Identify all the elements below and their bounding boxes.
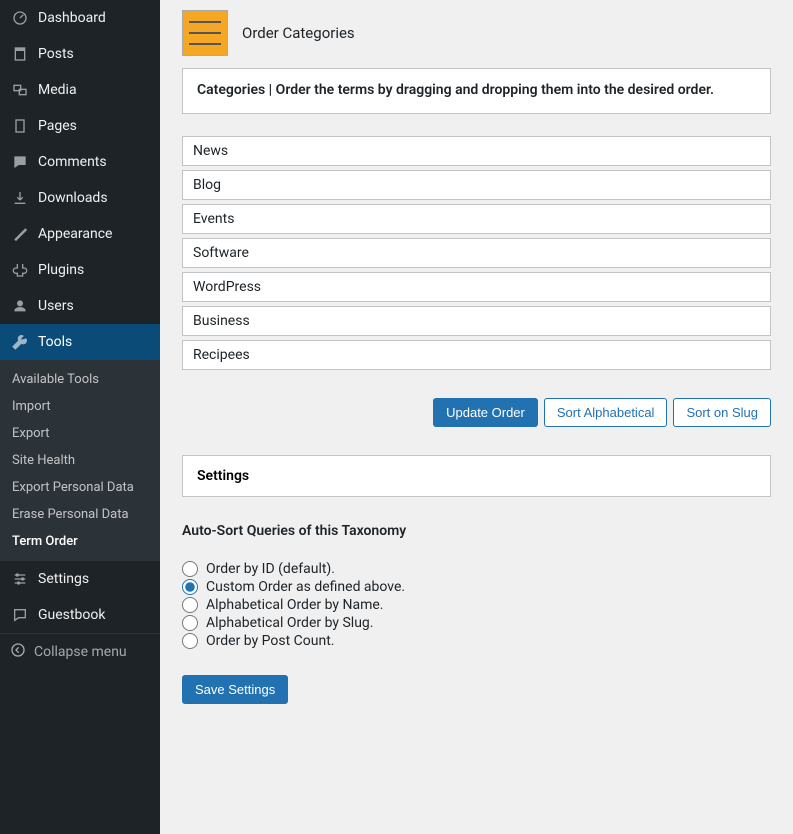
sidebar-item-pages[interactable]: Pages (0, 108, 160, 144)
sidebar-item-settings[interactable]: Settings (0, 561, 160, 597)
autosort-radio-name[interactable] (182, 597, 198, 613)
sidebar-item-label: Settings (38, 571, 89, 587)
guestbook-icon (10, 605, 30, 625)
sort-alphabetical-button[interactable]: Sort Alphabetical (544, 398, 668, 427)
autosort-option-slug[interactable]: Alphabetical Order by Slug. (182, 615, 771, 631)
sidebar-item-label: Tools (38, 334, 72, 350)
sidebar-item-users[interactable]: Users (0, 288, 160, 324)
submenu-available-tools[interactable]: Available Tools (0, 366, 160, 393)
category-row[interactable]: Software (182, 238, 771, 268)
update-order-button[interactable]: Update Order (433, 398, 538, 427)
action-button-row: Update Order Sort Alphabetical Sort on S… (182, 398, 771, 427)
sidebar-item-label: Downloads (38, 190, 108, 206)
sort-on-slug-button[interactable]: Sort on Slug (673, 398, 771, 427)
downloads-icon (10, 188, 30, 208)
main-content: Order Categories Categories | Order the … (160, 0, 793, 834)
admin-sidebar: Dashboard Posts Media Pages Comments Dow… (0, 0, 160, 834)
sidebar-item-label: Plugins (38, 262, 84, 278)
pages-icon (10, 116, 30, 136)
save-settings-button[interactable]: Save Settings (182, 675, 288, 704)
sidebar-item-label: Posts (38, 46, 74, 62)
collapse-menu-label: Collapse menu (34, 644, 127, 660)
dashboard-icon (10, 8, 30, 28)
submenu-export-personal-data[interactable]: Export Personal Data (0, 474, 160, 501)
sidebar-item-comments[interactable]: Comments (0, 144, 160, 180)
category-row[interactable]: News (182, 136, 771, 166)
autosort-option-name[interactable]: Alphabetical Order by Name. (182, 597, 771, 613)
settings-icon (10, 569, 30, 589)
category-row[interactable]: Blog (182, 170, 771, 200)
sidebar-item-plugins[interactable]: Plugins (0, 252, 160, 288)
autosort-option-label: Custom Order as defined above. (206, 579, 405, 595)
sidebar-item-posts[interactable]: Posts (0, 36, 160, 72)
tools-icon (10, 332, 30, 352)
collapse-menu-button[interactable]: Collapse menu (0, 633, 160, 670)
category-row[interactable]: Recipees (182, 340, 771, 370)
submenu-site-health[interactable]: Site Health (0, 447, 160, 474)
media-icon (10, 80, 30, 100)
sidebar-item-label: Users (38, 298, 74, 314)
settings-subheading: Auto-Sort Queries of this Taxonomy (182, 523, 771, 539)
appearance-icon (10, 224, 30, 244)
sidebar-item-appearance[interactable]: Appearance (0, 216, 160, 252)
autosort-option-custom[interactable]: Custom Order as defined above. (182, 579, 771, 595)
page-header: Order Categories (182, 10, 771, 56)
order-categories-icon (182, 10, 228, 56)
users-icon (10, 296, 30, 316)
autosort-option-label: Alphabetical Order by Name. (206, 597, 383, 613)
comments-icon (10, 152, 30, 172)
sidebar-item-label: Guestbook (38, 607, 105, 623)
sidebar-item-downloads[interactable]: Downloads (0, 180, 160, 216)
autosort-radio-postcount[interactable] (182, 633, 198, 649)
sidebar-item-label: Pages (38, 118, 77, 134)
posts-icon (10, 44, 30, 64)
sidebar-item-guestbook[interactable]: Guestbook (0, 597, 160, 633)
sidebar-item-tools[interactable]: Tools (0, 324, 160, 360)
category-row[interactable]: Events (182, 204, 771, 234)
autosort-radio-group: Order by ID (default). Custom Order as d… (182, 561, 771, 649)
plugins-icon (10, 260, 30, 280)
sidebar-item-label: Dashboard (38, 10, 106, 26)
tools-submenu: Available Tools Import Export Site Healt… (0, 360, 160, 561)
settings-heading-panel: Settings (182, 455, 771, 497)
category-drag-list: News Blog Events Software WordPress Busi… (182, 136, 771, 370)
autosort-option-label: Alphabetical Order by Slug. (206, 615, 373, 631)
category-row[interactable]: Business (182, 306, 771, 336)
page-title: Order Categories (242, 24, 355, 42)
autosort-option-label: Order by Post Count. (206, 633, 335, 649)
submenu-export[interactable]: Export (0, 420, 160, 447)
sidebar-item-label: Appearance (38, 226, 112, 242)
autosort-radio-id[interactable] (182, 561, 198, 577)
instruction-panel: Categories | Order the terms by dragging… (182, 68, 771, 114)
submenu-erase-personal-data[interactable]: Erase Personal Data (0, 501, 160, 528)
collapse-icon (10, 642, 26, 662)
autosort-radio-custom[interactable] (182, 579, 198, 595)
sidebar-item-label: Comments (38, 154, 107, 170)
autosort-radio-slug[interactable] (182, 615, 198, 631)
sidebar-item-dashboard[interactable]: Dashboard (0, 0, 160, 36)
category-row[interactable]: WordPress (182, 272, 771, 302)
submenu-term-order[interactable]: Term Order (0, 528, 160, 555)
autosort-option-id[interactable]: Order by ID (default). (182, 561, 771, 577)
submenu-import[interactable]: Import (0, 393, 160, 420)
autosort-option-label: Order by ID (default). (206, 561, 335, 577)
sidebar-item-media[interactable]: Media (0, 72, 160, 108)
autosort-option-postcount[interactable]: Order by Post Count. (182, 633, 771, 649)
sidebar-item-label: Media (38, 82, 77, 98)
